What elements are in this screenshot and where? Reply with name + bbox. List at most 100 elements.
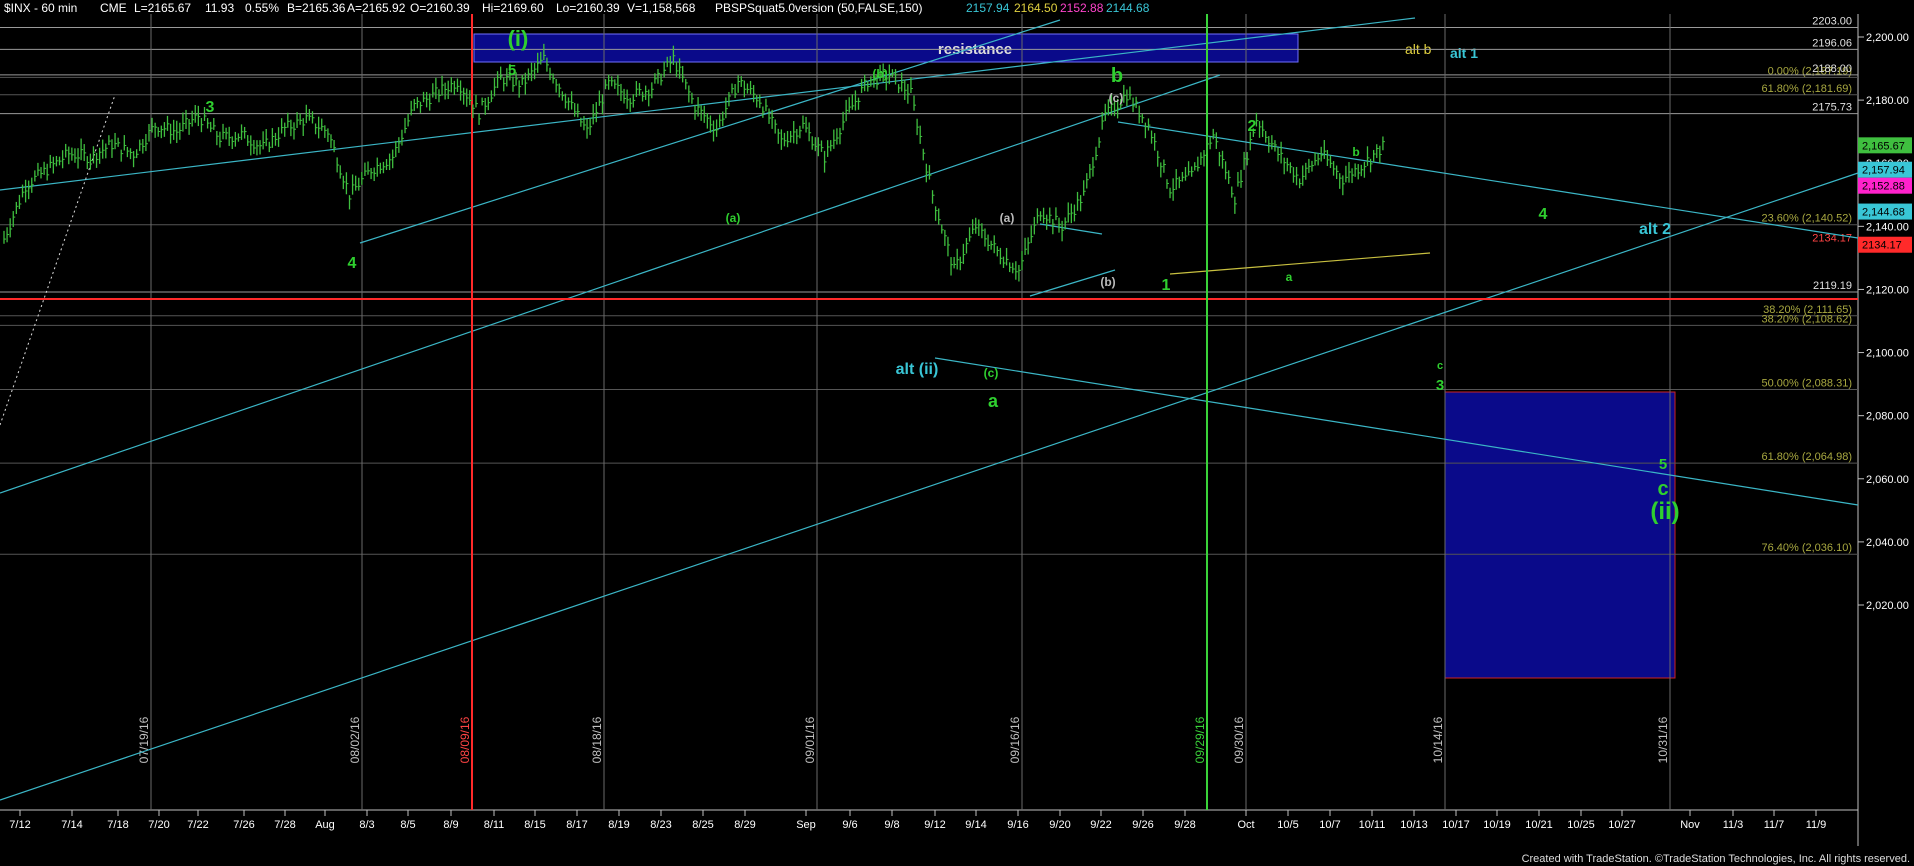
- wave-label-c-paren-green: (c): [984, 366, 999, 380]
- wave-label-alt-ii: alt (ii): [896, 361, 939, 378]
- x-tick-label: 8/5: [400, 819, 415, 831]
- x-tick-label: 10/5: [1277, 819, 1298, 831]
- x-tick-label: 8/23: [650, 819, 671, 831]
- x-tick-label: 10/21: [1525, 819, 1553, 831]
- x-tick-label: 9/6: [842, 819, 857, 831]
- y-tick-label: 2,060.00: [1866, 474, 1909, 486]
- change-value: 11.93: [205, 1, 234, 15]
- horizontal-level-label: 61.80% (2,181.69): [1761, 83, 1852, 95]
- low-price: Lo=2160.39: [556, 1, 620, 15]
- x-tick-label: 10/27: [1608, 819, 1636, 831]
- wave-label-c-small: c: [1437, 360, 1443, 372]
- wave-label-i: (i): [508, 26, 529, 51]
- x-tick-label: 9/14: [965, 819, 986, 831]
- high-price: Hi=2169.60: [482, 1, 544, 15]
- wave-label-b-small: b: [1352, 145, 1359, 159]
- x-tick-label: 10/11: [1359, 819, 1386, 831]
- x-tick-label: 11/9: [1806, 819, 1827, 831]
- horizontal-level-label: 76.40% (2,036.10): [1761, 542, 1852, 554]
- x-tick-label: 10/17: [1442, 819, 1470, 831]
- x-tick-label: 8/25: [692, 819, 713, 831]
- x-tick-label: 7/26: [233, 819, 254, 831]
- volume-value: V=1,158,568: [627, 1, 696, 15]
- x-tick-label: 8/3: [359, 819, 374, 831]
- wave-label-c-right: c: [1657, 478, 1668, 500]
- wave-label-a-small: a: [1286, 270, 1293, 284]
- wave-label-a-paren-grey: (a): [1000, 211, 1015, 225]
- horizontal-level-label: 50.00% (2,088.31): [1761, 377, 1852, 389]
- x-tick-label: 9/26: [1132, 819, 1153, 831]
- horizontal-level-label: 2175.73: [1812, 102, 1852, 114]
- x-tick-label: 7/12: [9, 819, 30, 831]
- wave-label-3: 3: [206, 99, 215, 116]
- x-tick-label: 7/18: [107, 819, 128, 831]
- price-tag-label: 2134.17: [1862, 240, 1902, 252]
- x-tick-label: 7/22: [187, 819, 208, 831]
- vertical-date-label: 09/30/16: [1232, 716, 1246, 763]
- wave-label-a-green: a: [988, 391, 999, 411]
- wave-label-5-right: 5: [1659, 456, 1667, 473]
- indicator-value-1: 2157.94: [966, 1, 1010, 15]
- x-tick-label: 9/28: [1174, 819, 1195, 831]
- open-price: O=2160.39: [410, 1, 470, 15]
- x-tick-label: 7/20: [148, 819, 169, 831]
- x-tick-label: Oct: [1237, 819, 1254, 831]
- wave-label-3-right: 3: [1436, 377, 1444, 394]
- indicator-value-3: 2152.88: [1060, 1, 1104, 15]
- y-tick-label: 2,080.00: [1866, 411, 1909, 423]
- vertical-date-label: 10/14/16: [1431, 716, 1445, 763]
- price-tag-label: 2,157.94: [1862, 165, 1905, 177]
- target-zone: [1444, 391, 1676, 679]
- y-tick-label: 2,180.00: [1866, 95, 1909, 107]
- x-tick-label: 11/3: [1723, 819, 1744, 831]
- indicator-value-2: 2164.50: [1014, 1, 1058, 15]
- wave-label-4: 4: [348, 255, 357, 272]
- tradestation-chart: 2,200.002,180.002,160.002,140.002,120.00…: [0, 0, 1914, 866]
- x-tick-label: 10/19: [1483, 819, 1511, 831]
- x-tick-label: 9/20: [1049, 819, 1070, 831]
- x-tick-label: 11/7: [1764, 819, 1785, 831]
- horizontal-level-label: 2188.00: [1812, 63, 1852, 75]
- vertical-date-label: 08/02/16: [348, 716, 362, 763]
- wave-label-5: 5: [508, 62, 516, 79]
- chart-header: $INX - 60 min CME L=2165.67 11.93 0.55% …: [4, 1, 1150, 15]
- price-tag-label: 2,165.67: [1862, 140, 1905, 152]
- x-tick-label: 8/9: [443, 819, 458, 831]
- x-tick-label: 10/13: [1400, 819, 1428, 831]
- price-tag-label: 2,144.68: [1862, 207, 1905, 219]
- ask-price: A=2165.92: [347, 1, 406, 15]
- vertical-date-label: 10/31/16: [1656, 716, 1670, 763]
- x-tick-label: 7/28: [274, 819, 295, 831]
- y-tick-label: 2,100.00: [1866, 348, 1909, 360]
- indicator-value-4: 2144.68: [1106, 1, 1150, 15]
- wave-label-b-big: b: [1111, 65, 1123, 87]
- vertical-date-label: 09/01/16: [803, 716, 817, 763]
- x-tick-label: 9/8: [884, 819, 899, 831]
- wave-label-a-paren: (a): [726, 211, 741, 225]
- wave-label-b-paren-top: (b): [872, 67, 887, 81]
- exchange-label: CME: [100, 1, 127, 15]
- y-tick-label: 2,140.00: [1866, 221, 1909, 233]
- horizontal-level-label: 23.60% (2,140.52): [1761, 213, 1852, 225]
- x-tick-label: 9/22: [1090, 819, 1111, 831]
- horizontal-level-label: 2119.19: [1813, 280, 1852, 292]
- x-tick-label: 10/7: [1319, 819, 1340, 831]
- alt-1-label: alt 1: [1450, 45, 1478, 61]
- last-price: L=2165.67: [134, 1, 191, 15]
- x-tick-label: Sep: [796, 819, 816, 831]
- x-tick-label: 8/17: [566, 819, 587, 831]
- x-tick-label: 8/29: [734, 819, 755, 831]
- vertical-date-label: 09/29/16: [1193, 716, 1207, 763]
- price-tag-label: 2,152.88: [1862, 181, 1905, 193]
- y-tick-label: 2,040.00: [1866, 537, 1909, 549]
- wave-label-1: 1: [1162, 277, 1171, 294]
- wave-label-c-paren-grey: (c): [1109, 91, 1124, 105]
- x-tick-label: Nov: [1680, 819, 1700, 831]
- x-tick-label: 8/15: [524, 819, 545, 831]
- x-tick-label: 9/16: [1007, 819, 1028, 831]
- indicator-name: PBSPSquat5.0version (50,FALSE,150): [715, 1, 922, 15]
- change-percent: 0.55%: [245, 1, 279, 15]
- bid-price: B=2165.36: [287, 1, 346, 15]
- x-tick-label: 8/19: [608, 819, 629, 831]
- horizontal-level-label: 2196.06: [1812, 37, 1852, 49]
